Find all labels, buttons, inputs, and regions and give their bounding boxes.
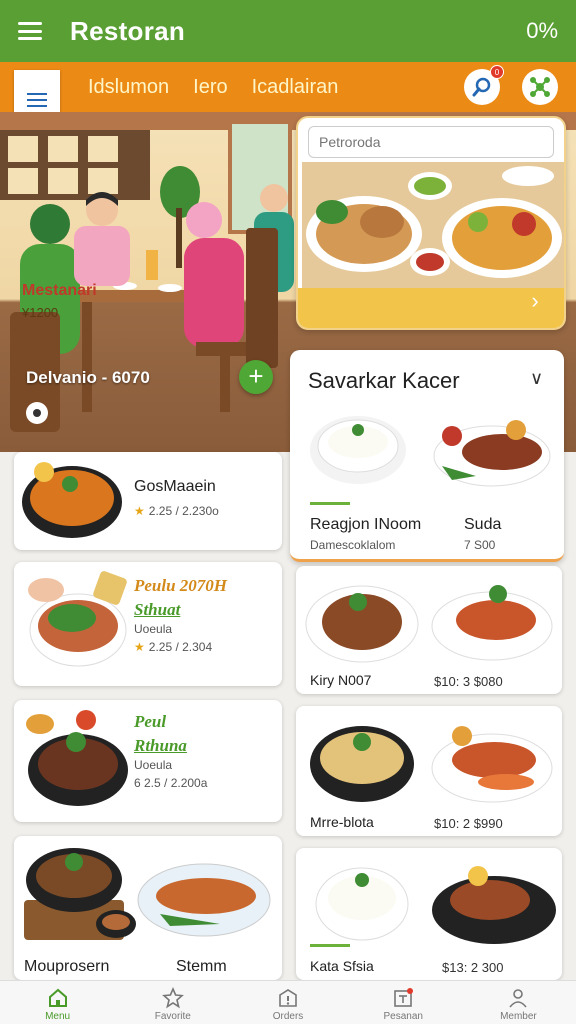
- share-button[interactable]: [522, 69, 558, 105]
- featured-name: Mestanari: [22, 282, 97, 299]
- card-6-name: Mrre-blota: [310, 814, 374, 830]
- panel-item-2-price: 7 S00: [464, 538, 496, 552]
- search-icon: [472, 77, 491, 97]
- status-percent: 0%: [526, 18, 558, 43]
- hamburger-menu-icon[interactable]: [18, 22, 42, 40]
- sub-nav-link-2[interactable]: Iero: [193, 76, 227, 99]
- card-2-tag: Peulu 2070H: [134, 576, 228, 595]
- featured-price: ¥1200: [22, 305, 59, 320]
- food-image-7: [315, 866, 556, 944]
- card-2-rating: ★ 2.25 / 2.304: [134, 640, 213, 654]
- home-icon: [48, 988, 67, 1007]
- panel-underline: [310, 502, 350, 505]
- menu-card-7[interactable]: Kata Sfsia $13: 2 300: [296, 848, 562, 980]
- app-title: Restoran: [70, 15, 186, 46]
- sub-nav-link-3[interactable]: Icadlairan: [252, 76, 339, 99]
- chevron-right-icon[interactable]: ›: [522, 288, 548, 314]
- card-1-rating: ★ 2.25 / 2.230o: [134, 504, 219, 518]
- food-image-2: [28, 571, 127, 667]
- panel-item-2-name: Suda: [464, 516, 502, 533]
- card-3-sub: Uoeula: [134, 758, 173, 772]
- user-icon: [509, 989, 528, 1008]
- sub-nav-link-1[interactable]: Idslumon: [88, 76, 169, 99]
- nav-item-orders[interactable]: Orders: [230, 981, 345, 1024]
- card-6-price: $10: 2 $990: [434, 816, 503, 831]
- nav-label-pesanan: Pesanan: [383, 1011, 423, 1022]
- sub-nav-bar: Idslumon Iero Icadlairan 0: [0, 62, 576, 130]
- nav-label-member: Member: [500, 1011, 537, 1022]
- nav-label-orders: Orders: [272, 1011, 304, 1022]
- food-image-1: [22, 462, 122, 538]
- chevron-down-icon[interactable]: ∨: [530, 368, 543, 389]
- app-bar: Restoran 0%: [0, 0, 576, 62]
- food-image-3: [26, 710, 128, 806]
- card-7-underline: [310, 944, 350, 947]
- nav-item-pesanan[interactable]: Pesanan: [346, 981, 461, 1024]
- card-5-price: $10: 3 $080: [434, 674, 503, 689]
- menu-card-5[interactable]: Kiry N007 $10: 3 $080: [296, 566, 562, 694]
- menu-card-4[interactable]: Mouprosern Stemm: [14, 836, 282, 980]
- food-image-5: [305, 585, 553, 663]
- share-icon: [530, 77, 550, 97]
- star-icon: [161, 987, 184, 1009]
- card-3-tag: Peul: [134, 712, 167, 731]
- panel-title: Savarkar Kacer: [308, 368, 460, 393]
- add-button[interactable]: +: [239, 360, 273, 394]
- card-2-sub: Uoeula: [134, 622, 173, 636]
- card-1-name: GosMaaein: [134, 478, 216, 495]
- bottom-nav: Menu Favorite Orders Pesanan Member: [0, 980, 576, 1024]
- list-icon: [27, 93, 47, 107]
- nav-item-favorite[interactable]: Favorite: [115, 981, 230, 1024]
- popular-panel: Savarkar Kacer ∨ Reagjon INoom Damescokl…: [290, 350, 564, 562]
- nav-label-favorite: Favorite: [154, 1011, 191, 1022]
- nav-item-menu[interactable]: Menu: [0, 981, 115, 1024]
- food-image-4: [24, 848, 271, 940]
- info-icon: [279, 989, 297, 1007]
- receipt-icon: [394, 988, 414, 1007]
- nav-label-menu: Menu: [45, 1011, 71, 1022]
- food-image-6: [310, 726, 553, 803]
- panel-food-image: [310, 416, 551, 487]
- card-7-name: Kata Sfsia: [310, 958, 374, 974]
- location-dot-icon[interactable]: [26, 402, 48, 424]
- menu-card-6[interactable]: Mrre-blota $10: 2 $990: [296, 706, 562, 836]
- card-7-price: $13: 2 300: [442, 960, 504, 975]
- card-2-name: Sthuat: [134, 600, 181, 619]
- menu-card-2[interactable]: Peulu 2070H Sthuat Uoeula ★ 2.25 / 2.304: [14, 562, 282, 686]
- star-icon: ★: [134, 640, 145, 654]
- card-3-name: Rthuna: [134, 736, 187, 755]
- nav-item-member[interactable]: Member: [461, 981, 576, 1024]
- star-icon: ★: [134, 504, 145, 518]
- featured-search-input[interactable]: [308, 126, 554, 158]
- card-4-name-2: Stemm: [176, 958, 227, 975]
- card-3-rating: 6 2.5 / 2.200a: [134, 776, 208, 790]
- notification-badge: 0: [490, 65, 504, 79]
- search-button[interactable]: 0: [464, 65, 504, 105]
- panel-item-1-name: Reagjon INoom: [310, 516, 422, 533]
- card-5-name: Kiry N007: [310, 672, 372, 688]
- card-4-name: Mouprosern: [24, 958, 110, 975]
- hero-caption: Delvanio - 6070: [26, 368, 150, 387]
- sub-nav-links: Idslumon Iero Icadlairan: [88, 76, 338, 99]
- featured-food-image: [302, 162, 564, 292]
- menu-card-1[interactable]: GosMaaein ★ 2.25 / 2.230o: [14, 452, 282, 550]
- panel-item-1-sub: Damescoklalom: [310, 538, 396, 552]
- menu-card-3[interactable]: Peul Rthuna Uoeula 6 2.5 / 2.200a: [14, 700, 282, 822]
